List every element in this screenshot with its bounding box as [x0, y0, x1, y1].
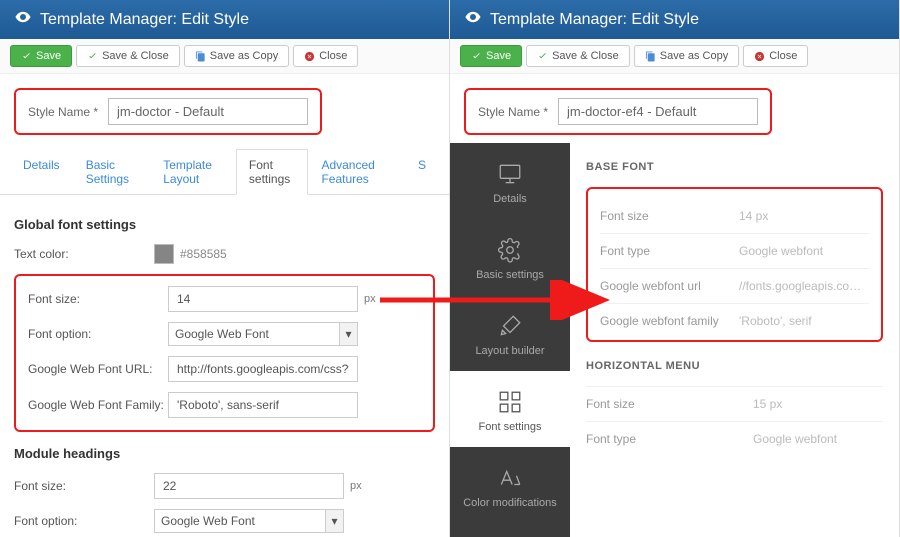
- font-option-label: Font option:: [28, 327, 168, 341]
- vertical-nav: Details Basic settings Layout builder Fo…: [450, 143, 570, 537]
- color-value: #858585: [180, 247, 227, 261]
- highlight-box-r: Style Name *: [464, 88, 772, 135]
- base-font-title: BASE FONT: [586, 161, 883, 173]
- font-family-label: Google Web Font Family:: [28, 398, 168, 412]
- r-webfont-family-label: Google webfont family: [600, 314, 739, 328]
- color-swatch[interactable]: [154, 244, 174, 264]
- m-font-size-input[interactable]: [154, 473, 344, 499]
- eye-icon: [14, 8, 32, 31]
- style-name-row: Style Name *: [0, 74, 449, 143]
- font-size-label: Font size:: [28, 292, 168, 306]
- m-font-option-label: Font option:: [14, 514, 154, 528]
- save-close-button[interactable]: Save & Close: [76, 45, 180, 67]
- close-button[interactable]: Close: [743, 45, 808, 67]
- close-button[interactable]: Close: [293, 45, 358, 67]
- right-content: BASE FONT Font size14 px Font typeGoogle…: [570, 143, 899, 537]
- monitor-icon: [497, 161, 523, 187]
- m-font-option-select[interactable]: Google Web Font ▾: [154, 509, 344, 533]
- chevron-down-icon: ▾: [325, 510, 343, 532]
- h-font-type-val[interactable]: Google webfont: [753, 432, 883, 446]
- r-font-size-label: Font size: [600, 209, 739, 223]
- header-bar-r: Template Manager: Edit Style: [450, 0, 899, 39]
- toolbar-r: Save Save & Close Save as Copy Close: [450, 39, 899, 74]
- hmenu-title: HORIZONTAL MENU: [586, 360, 883, 372]
- r-font-type-val[interactable]: Google webfont: [739, 244, 869, 258]
- tab-more[interactable]: S: [405, 149, 439, 194]
- toolbar: Save Save & Close Save as Copy Close: [0, 39, 449, 74]
- tab-advanced-features[interactable]: Advanced Features: [308, 149, 405, 194]
- grid-icon: [497, 389, 523, 415]
- tab-details[interactable]: Details: [10, 149, 73, 194]
- font-url-input[interactable]: [168, 356, 358, 382]
- form-area: Global font settings Text color: #858585…: [0, 195, 449, 537]
- style-name-input-r[interactable]: [558, 98, 758, 125]
- m-font-size-label: Font size:: [14, 479, 154, 493]
- style-name-input[interactable]: [108, 98, 308, 125]
- header-title: Template Manager: Edit Style: [40, 11, 249, 29]
- font-size-input[interactable]: [168, 286, 358, 312]
- save-copy-button[interactable]: Save as Copy: [184, 45, 289, 67]
- save-close-button[interactable]: Save & Close: [526, 45, 630, 67]
- h-font-size-val[interactable]: 15 px: [753, 397, 883, 411]
- style-name-label-r: Style Name *: [478, 105, 548, 119]
- left-panel: Template Manager: Edit Style Save Save &…: [0, 0, 450, 537]
- chevron-down-icon: ▾: [339, 323, 357, 345]
- base-font-highlight: Font size14 px Font typeGoogle webfont G…: [586, 187, 883, 342]
- type-icon: [497, 465, 523, 491]
- r-font-type-label: Font type: [600, 244, 739, 258]
- gear-icon: [497, 237, 523, 263]
- highlight-box: Style Name *: [14, 88, 322, 135]
- style-name-row-r: Style Name *: [450, 74, 899, 143]
- annotation-arrow: [380, 280, 620, 323]
- global-font-highlight: Font size: px Font option: Google Web Fo…: [14, 274, 435, 432]
- r-webfont-url-label: Google webfont url: [600, 279, 739, 293]
- m-font-size-unit: px: [350, 480, 362, 492]
- right-panel: Template Manager: Edit Style Save Save &…: [450, 0, 900, 537]
- font-option-select[interactable]: Google Web Font ▾: [168, 322, 358, 346]
- module-headings-title: Module headings: [14, 446, 435, 461]
- tab-basic-settings[interactable]: Basic Settings: [73, 149, 151, 194]
- font-url-label: Google Web Font URL:: [28, 362, 168, 376]
- font-family-input[interactable]: [168, 392, 358, 418]
- r-font-size-val[interactable]: 14 px: [739, 209, 869, 223]
- save-button[interactable]: Save: [460, 45, 522, 67]
- r-webfont-family-val[interactable]: 'Roboto', serif: [739, 314, 869, 328]
- style-name-label: Style Name *: [28, 105, 98, 119]
- text-color-label: Text color:: [14, 247, 154, 261]
- header-bar: Template Manager: Edit Style: [0, 0, 449, 39]
- h-font-size-label: Font size: [586, 397, 753, 411]
- header-title-r: Template Manager: Edit Style: [490, 11, 699, 29]
- h-font-type-label: Font type: [586, 432, 753, 446]
- vnav-color-mods[interactable]: Color modifications: [450, 447, 570, 523]
- tab-font-settings[interactable]: Font settings: [236, 149, 309, 195]
- vnav-font-settings[interactable]: Font settings: [450, 371, 570, 447]
- global-font-title: Global font settings: [14, 217, 435, 232]
- vnav-details[interactable]: Details: [450, 143, 570, 219]
- save-copy-button[interactable]: Save as Copy: [634, 45, 739, 67]
- save-button[interactable]: Save: [10, 45, 72, 67]
- eye-icon: [464, 8, 482, 31]
- tab-template-layout[interactable]: Template Layout: [150, 149, 236, 194]
- tabs: Details Basic Settings Template Layout F…: [0, 149, 449, 195]
- r-webfont-url-val[interactable]: //fonts.googleapis.com/css?: [739, 279, 869, 293]
- font-size-unit: px: [364, 293, 376, 305]
